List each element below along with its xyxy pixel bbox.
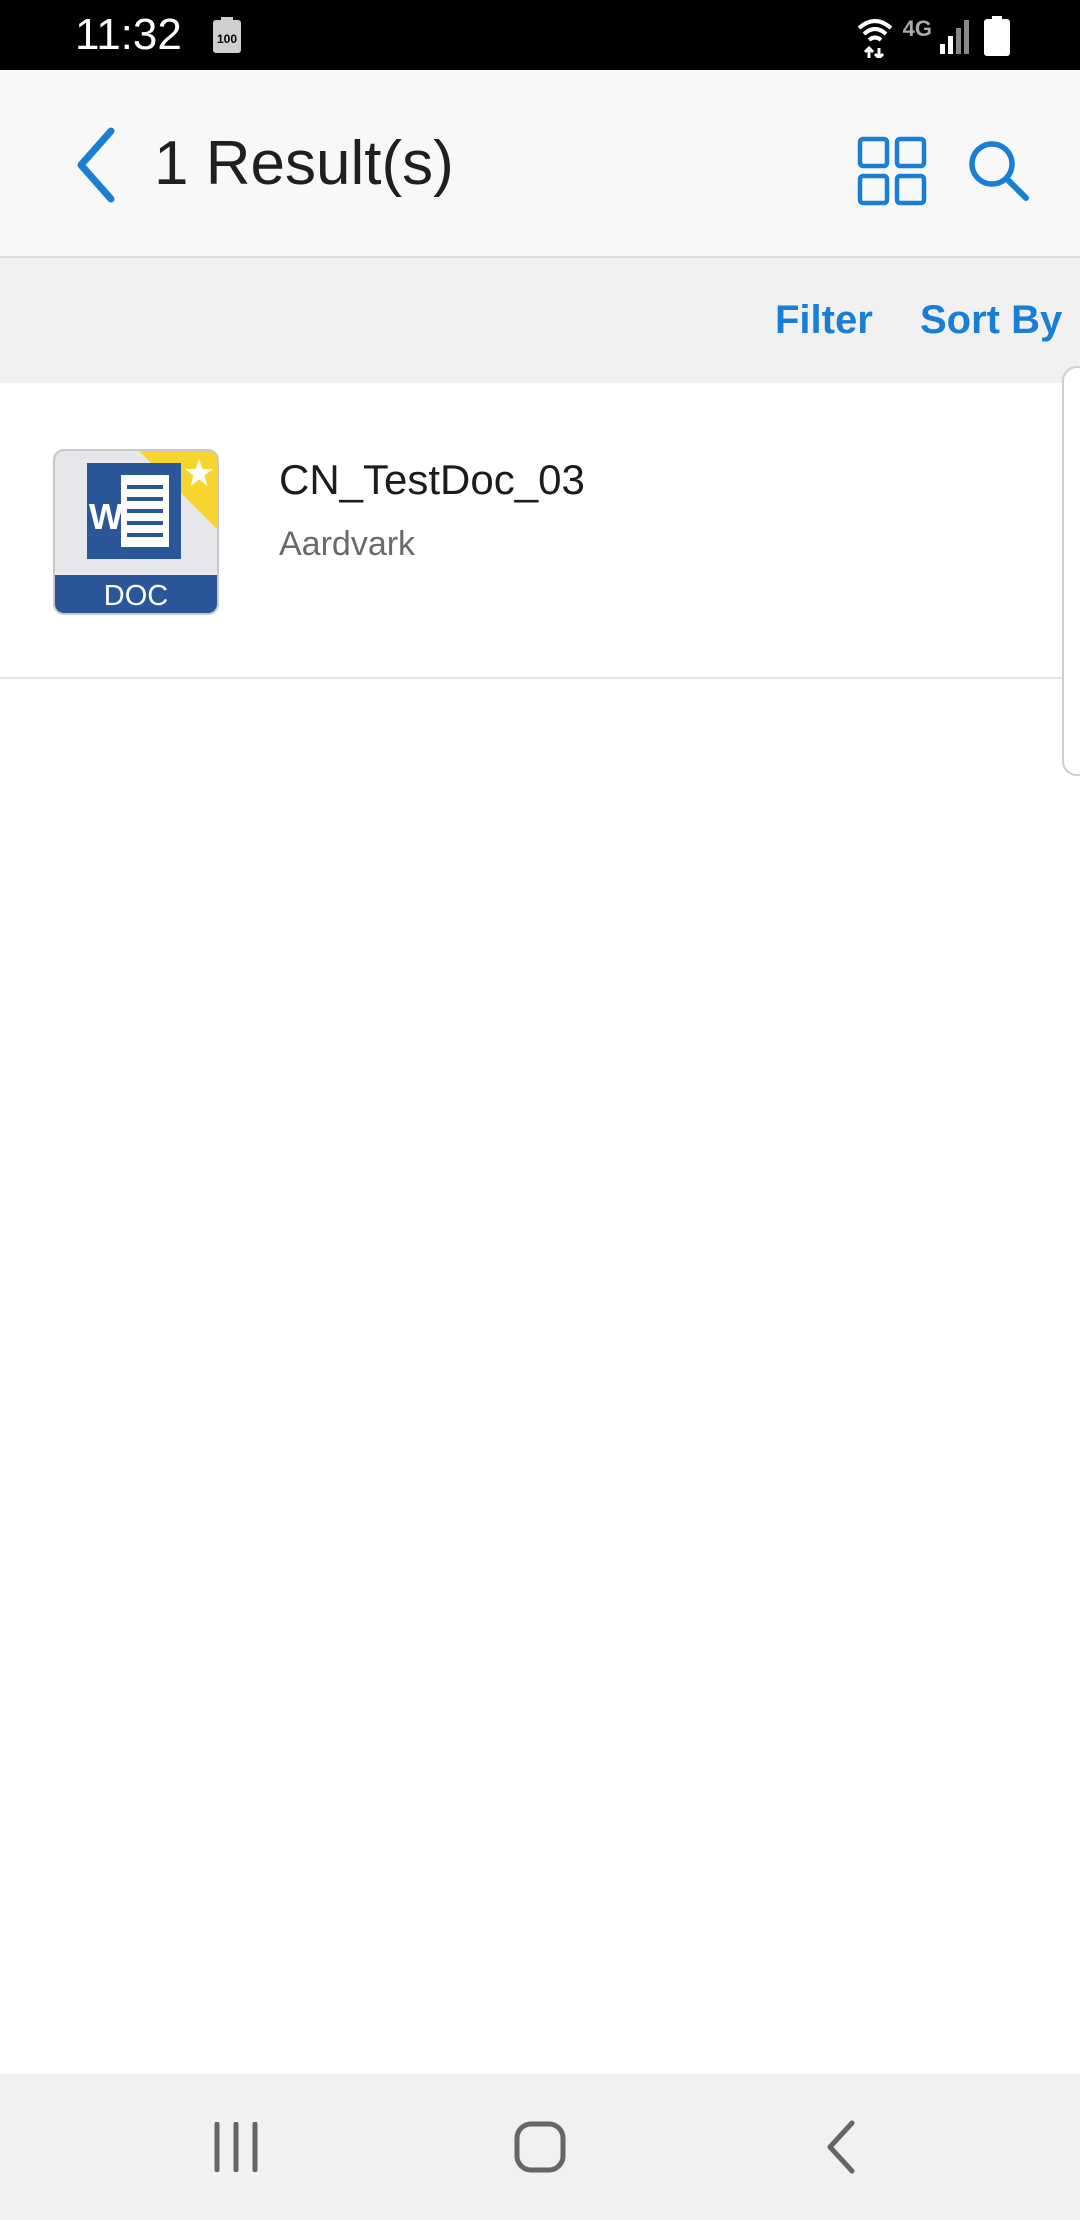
battery-icon xyxy=(984,16,1010,56)
app-bar: 1 Result(s) xyxy=(0,70,1080,258)
back-button[interactable] xyxy=(58,120,134,210)
status-time: 11:32 xyxy=(75,10,182,59)
home-button[interactable] xyxy=(500,2112,580,2182)
battery-small-icon: 100 xyxy=(213,17,241,53)
status-icons: 4G xyxy=(855,14,1010,58)
system-nav-bar xyxy=(0,2074,1080,2220)
home-icon xyxy=(514,2121,566,2173)
word-doc-icon: W DOC xyxy=(53,449,219,615)
recents-icon xyxy=(214,2122,258,2172)
recents-button[interactable] xyxy=(196,2112,276,2182)
chevron-left-icon xyxy=(77,127,115,203)
back-icon xyxy=(827,2120,855,2174)
signal-icon xyxy=(940,20,969,54)
list-item[interactable]: W DOC CN_TestDoc_03 Aardvark xyxy=(0,383,1080,679)
doc-type-label: DOC xyxy=(104,580,168,612)
results-list: W DOC CN_TestDoc_03 Aardvark xyxy=(0,383,1080,679)
doc-letter: W xyxy=(89,496,123,537)
grid-view-icon xyxy=(857,136,927,206)
grid-view-button[interactable] xyxy=(855,134,929,208)
search-button[interactable] xyxy=(962,134,1036,208)
battery-small-label: 100 xyxy=(217,32,237,46)
wifi-icon xyxy=(857,19,892,58)
sort-by-button[interactable]: Sort By xyxy=(920,296,1062,344)
status-bar: 11:32 100 4G xyxy=(0,0,1080,70)
search-icon xyxy=(969,141,1029,201)
filter-bar: Filter Sort By xyxy=(0,258,1080,383)
lte-icon: 4G xyxy=(902,16,932,41)
page-title: 1 Result(s) xyxy=(154,129,454,198)
item-subtitle: Aardvark xyxy=(279,525,416,563)
scrollbar-handle[interactable] xyxy=(1062,366,1080,776)
filter-button[interactable]: Filter xyxy=(775,296,873,344)
item-name: CN_TestDoc_03 xyxy=(279,456,585,503)
system-back-button[interactable] xyxy=(802,2112,882,2182)
